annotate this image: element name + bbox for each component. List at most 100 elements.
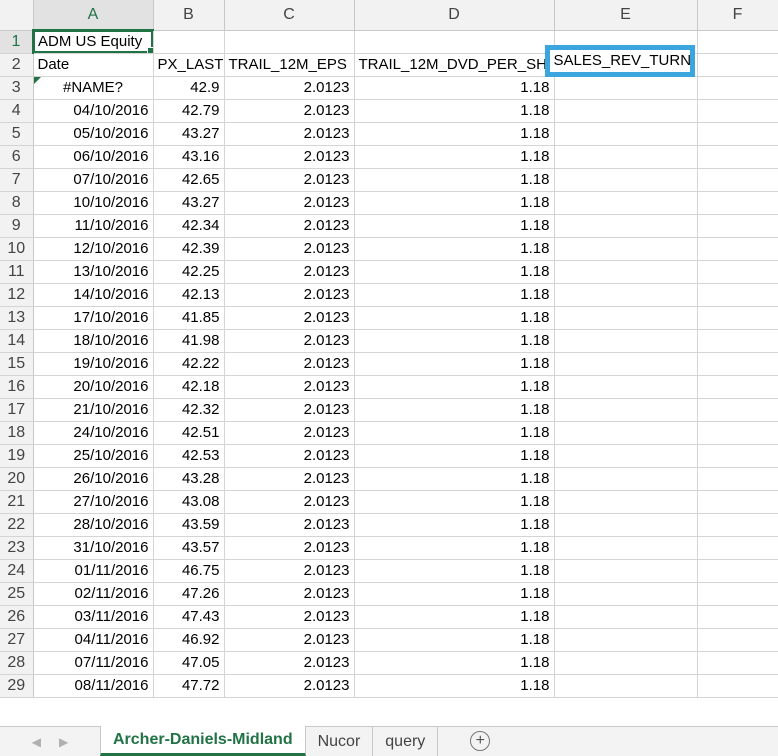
row-header[interactable]: 20 <box>0 467 34 491</box>
cell[interactable] <box>554 168 698 192</box>
cell[interactable] <box>697 191 778 215</box>
cell-date[interactable]: 19/10/2016 <box>33 352 154 376</box>
cell[interactable] <box>697 375 778 399</box>
cell-eps[interactable]: 2.0123 <box>224 513 355 537</box>
cell[interactable] <box>697 76 778 100</box>
cell-date[interactable]: 01/11/2016 <box>33 559 154 583</box>
cell-px-last[interactable]: 43.16 <box>153 145 225 169</box>
cell-px-last[interactable]: 43.57 <box>153 536 225 560</box>
cell-px-last[interactable]: 42.39 <box>153 237 225 261</box>
cell[interactable] <box>697 53 778 77</box>
row-header[interactable]: 27 <box>0 628 34 652</box>
cell-eps[interactable]: 2.0123 <box>224 490 355 514</box>
cell[interactable] <box>554 674 698 698</box>
row-header[interactable]: 29 <box>0 674 34 698</box>
column-header-b[interactable]: B <box>153 0 225 31</box>
cell[interactable] <box>554 398 698 422</box>
cell-date[interactable]: 31/10/2016 <box>33 536 154 560</box>
cell-dvd[interactable]: 1.18 <box>354 467 555 491</box>
row-header[interactable]: 21 <box>0 490 34 514</box>
cell[interactable] <box>697 237 778 261</box>
cell-eps[interactable]: 2.0123 <box>224 628 355 652</box>
cell[interactable] <box>697 421 778 445</box>
cell-eps[interactable]: 2.0123 <box>224 283 355 307</box>
cell[interactable] <box>554 628 698 652</box>
cell[interactable] <box>697 536 778 560</box>
cell-px-last[interactable]: 42.32 <box>153 398 225 422</box>
cell-dvd[interactable]: 1.18 <box>354 398 555 422</box>
row-header[interactable]: 7 <box>0 168 34 192</box>
row-header[interactable]: 10 <box>0 237 34 261</box>
cell-eps[interactable]: 2.0123 <box>224 76 355 100</box>
cell-px-last[interactable]: 42.22 <box>153 352 225 376</box>
cell-date[interactable]: 12/10/2016 <box>33 237 154 261</box>
cell[interactable] <box>697 168 778 192</box>
cell[interactable] <box>554 329 698 353</box>
cell-px-last[interactable]: 42.51 <box>153 421 225 445</box>
cell-date[interactable]: 26/10/2016 <box>33 467 154 491</box>
cell-dvd[interactable]: 1.18 <box>354 536 555 560</box>
row-header[interactable]: 12 <box>0 283 34 307</box>
cell-dvd[interactable]: 1.18 <box>354 99 555 123</box>
row-header[interactable]: 26 <box>0 605 34 629</box>
cell-eps[interactable]: 2.0123 <box>224 237 355 261</box>
cell-a1[interactable]: ADM US Equity <box>33 30 154 54</box>
cell[interactable] <box>554 306 698 330</box>
cell[interactable] <box>554 651 698 675</box>
cell[interactable] <box>697 674 778 698</box>
cell-dvd[interactable]: 1.18 <box>354 145 555 169</box>
cell-date[interactable]: 07/11/2016 <box>33 651 154 675</box>
cell[interactable] <box>697 398 778 422</box>
cell[interactable] <box>554 122 698 146</box>
cell-dvd[interactable]: 1.18 <box>354 306 555 330</box>
cell-dvd[interactable]: 1.18 <box>354 628 555 652</box>
cell[interactable] <box>554 260 698 284</box>
sheet-tab-nucor[interactable]: Nucor <box>306 727 374 756</box>
column-header-e[interactable]: E <box>554 0 698 31</box>
cell-date[interactable]: 24/10/2016 <box>33 421 154 445</box>
cell-dvd[interactable]: 1.18 <box>354 76 555 100</box>
cell-d2[interactable]: TRAIL_12M_DVD_PER_SH <box>354 53 555 77</box>
cell-a2[interactable]: Date <box>33 53 154 77</box>
cell-dvd[interactable]: 1.18 <box>354 168 555 192</box>
cell-eps[interactable]: 2.0123 <box>224 536 355 560</box>
sheet-tab-archer-daniels-midland[interactable]: Archer-Daniels-Midland <box>100 726 306 756</box>
cell[interactable] <box>697 628 778 652</box>
cell-dvd[interactable]: 1.18 <box>354 283 555 307</box>
cell[interactable] <box>697 444 778 468</box>
cell-eps[interactable]: 2.0123 <box>224 421 355 445</box>
row-header[interactable]: 3 <box>0 76 34 100</box>
spreadsheet-grid[interactable]: A B C D E F 1 ADM US Equity 2 Date PX_LA… <box>0 0 778 726</box>
cell-eps[interactable]: 2.0123 <box>224 674 355 698</box>
cell[interactable] <box>697 145 778 169</box>
cell-date[interactable]: 25/10/2016 <box>33 444 154 468</box>
cell[interactable] <box>697 605 778 629</box>
cell-c2[interactable]: TRAIL_12M_EPS <box>224 53 355 77</box>
cell-date[interactable]: 20/10/2016 <box>33 375 154 399</box>
row-header[interactable]: 5 <box>0 122 34 146</box>
cell-eps[interactable]: 2.0123 <box>224 168 355 192</box>
cell-dvd[interactable]: 1.18 <box>354 513 555 537</box>
row-header[interactable]: 2 <box>0 53 34 77</box>
cell-eps[interactable]: 2.0123 <box>224 398 355 422</box>
cell-eps[interactable]: 2.0123 <box>224 329 355 353</box>
cell-date[interactable]: 02/11/2016 <box>33 582 154 606</box>
cell-date[interactable]: 17/10/2016 <box>33 306 154 330</box>
cell[interactable] <box>554 559 698 583</box>
cell-dvd[interactable]: 1.18 <box>354 651 555 675</box>
cell-date[interactable]: 21/10/2016 <box>33 398 154 422</box>
row-header[interactable]: 17 <box>0 398 34 422</box>
row-header[interactable]: 14 <box>0 329 34 353</box>
cell-date[interactable]: 08/11/2016 <box>33 674 154 698</box>
row-header[interactable]: 6 <box>0 145 34 169</box>
tab-scroll-right-icon[interactable]: ▶ <box>59 735 68 749</box>
cell[interactable] <box>697 329 778 353</box>
cell[interactable] <box>554 605 698 629</box>
cell-eps[interactable]: 2.0123 <box>224 651 355 675</box>
cell[interactable] <box>697 122 778 146</box>
cell-dvd[interactable]: 1.18 <box>354 237 555 261</box>
cell[interactable] <box>554 352 698 376</box>
cell-dvd[interactable]: 1.18 <box>354 674 555 698</box>
cell-eps[interactable]: 2.0123 <box>224 467 355 491</box>
cell-dvd[interactable]: 1.18 <box>354 421 555 445</box>
